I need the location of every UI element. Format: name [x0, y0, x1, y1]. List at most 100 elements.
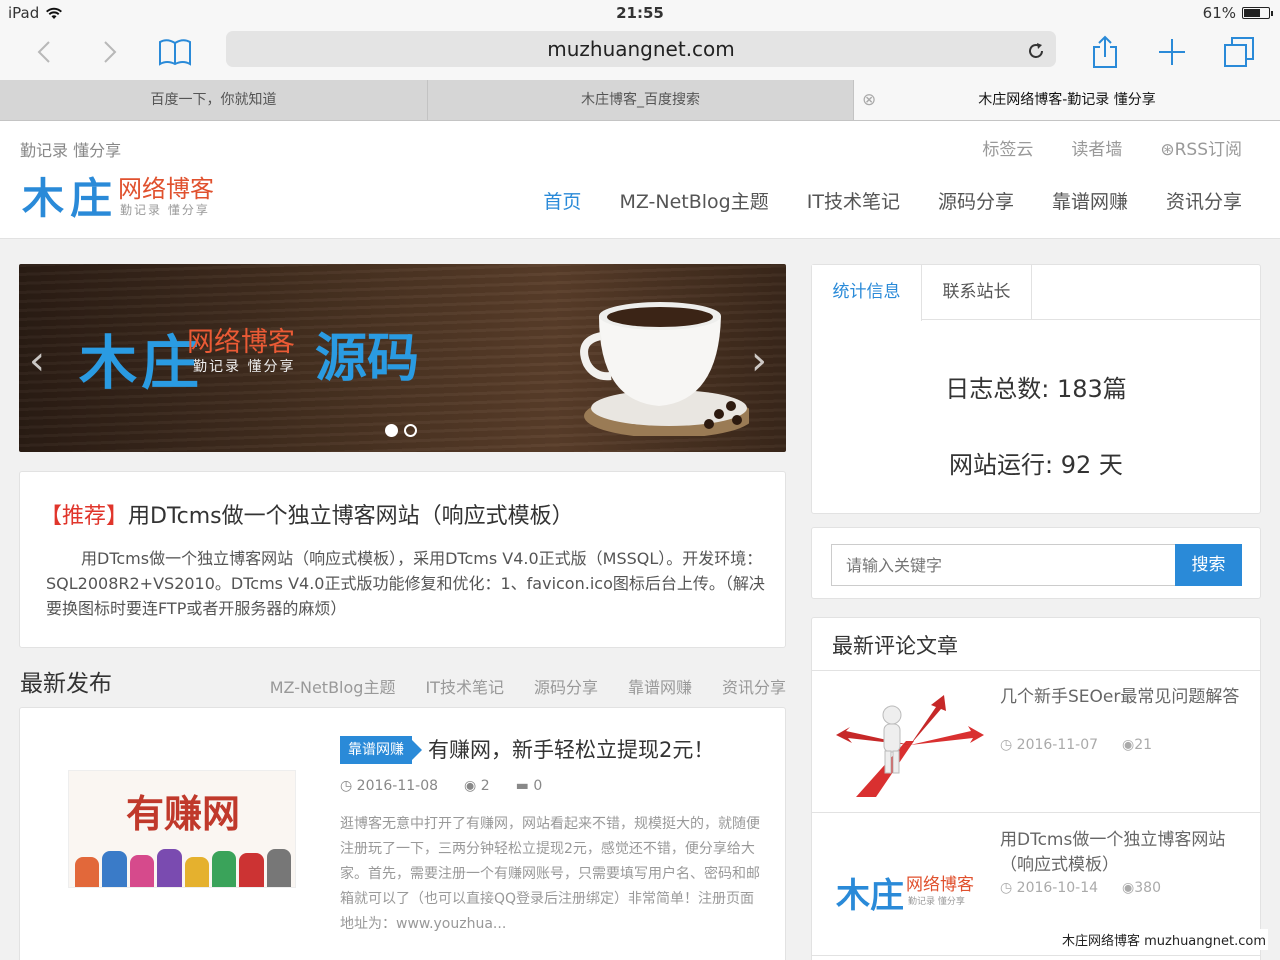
latest-comments-title: 最新评论文章: [832, 634, 958, 658]
comment-article-item[interactable]: 几个新手SEOer最常见问题解答 ◷ 2016-11-07 ◉21: [812, 671, 1260, 813]
nav-home[interactable]: 首页: [543, 187, 581, 214]
post-title[interactable]: 有赚网，新手轻松立提现2元！: [428, 734, 714, 764]
cat-earn[interactable]: 靠谱网赚: [628, 674, 692, 698]
recommended-title-text: 用DTcms做一个独立博客网站（响应式模板）: [128, 504, 574, 529]
article-date: ◷ 2016-10-14: [1000, 880, 1098, 896]
banner-slider[interactable]: 木庄 网络博客 勤记录 懂分享 源码 ‹ ›: [19, 264, 786, 452]
article-views-text: 21: [1134, 737, 1153, 753]
site-slogan: 勤记录 懂分享: [20, 141, 122, 160]
watermark: 木庄网络博客 muzhuangnet.com: [1059, 929, 1268, 950]
rss-icon: ⊛: [1160, 140, 1175, 160]
nav-it-notes[interactable]: IT技术笔记: [807, 187, 900, 214]
tab-contact[interactable]: 联系站长: [922, 265, 1032, 320]
crossroads-image: [836, 695, 984, 797]
tab-baidu-search[interactable]: 木庄博客_百度搜索: [428, 80, 854, 120]
article-date-text: 2016-11-07: [1016, 737, 1099, 753]
article-views-text: 380: [1134, 880, 1161, 896]
post-excerpt: 逛博客无意中打开了有赚网，网站看起来不错，规模挺大的，就随便注册玩了一下，三两分…: [340, 816, 760, 932]
person-figure: [129, 855, 155, 887]
bookmarks-icon[interactable]: [155, 32, 195, 72]
next-slide-icon[interactable]: ›: [751, 338, 767, 384]
nav-earn[interactable]: 靠谱网赚: [1052, 187, 1128, 214]
tab-stats[interactable]: 统计信息: [812, 265, 922, 321]
nav-source[interactable]: 源码分享: [938, 187, 1014, 214]
recommended-title[interactable]: 【推荐】用DTcms做一个独立博客网站（响应式模板）: [40, 498, 574, 530]
web-page: 勤记录 懂分享 标签云 读者墙 ⊛RSS订阅 木庄 网络博客 勤记录 懂分享 首…: [0, 121, 1280, 960]
slider-dot-active[interactable]: [385, 424, 398, 437]
post-date-text: 2016-11-08: [356, 778, 439, 794]
status-right: 61%: [1202, 4, 1273, 22]
person-figure: [266, 849, 291, 887]
browser-toolbar: muzhuangnet.com: [0, 26, 1280, 80]
site-uptime: 网站运行: 92 天: [949, 451, 1123, 479]
post-count: 日志总数: 183篇: [945, 375, 1127, 403]
person-figure: [75, 857, 100, 887]
recommended-desc: 用DTcms做一个独立博客网站（响应式模板），采用DTcms V4.0正式版（M…: [46, 549, 765, 618]
tabs-overview-icon[interactable]: [1219, 32, 1259, 72]
post-thumbnail[interactable]: 有赚网: [68, 770, 296, 888]
search-widget: 搜索: [811, 527, 1261, 599]
stats-tabs: 统计信息 联系站长: [812, 265, 1260, 321]
nav-theme[interactable]: MZ-NetBlog主题: [619, 187, 768, 214]
forward-icon[interactable]: [90, 32, 130, 72]
cat-it-notes[interactable]: IT技术笔记: [425, 674, 504, 698]
site-logo[interactable]: 木庄 网络博客 勤记录 懂分享: [22, 165, 232, 225]
article-title: 几个新手SEOer最常见问题解答: [1000, 687, 1240, 707]
post-views: ◉ 2: [464, 778, 490, 794]
nav-news[interactable]: 资讯分享: [1166, 187, 1242, 214]
tab-label: 木庄网络博客-勤记录 懂分享: [978, 92, 1156, 108]
logo-sub: 勤记录 懂分享: [120, 203, 210, 217]
share-icon[interactable]: [1085, 32, 1125, 72]
rss-label: RSS订阅: [1174, 140, 1242, 160]
article-date: ◷ 2016-11-07: [1000, 737, 1098, 753]
banner-logo-main: 木庄: [79, 329, 204, 397]
main-nav: 首页 MZ-NetBlog主题 IT技术笔记 源码分享 靠谱网赚 资讯分享: [543, 187, 1242, 214]
cat-theme[interactable]: MZ-NetBlog主题: [270, 674, 396, 698]
cat-news[interactable]: 资讯分享: [722, 674, 786, 698]
prev-slide-icon[interactable]: ‹: [29, 338, 45, 384]
slider-dots: [385, 424, 417, 437]
post-category-badge[interactable]: 靠谱网赚: [340, 736, 422, 764]
post-card: 有赚网 靠谱网赚 有赚网，新手轻松立提现2元！ ◷ 2016-11-08 ◉ 2…: [19, 707, 786, 960]
eye-icon: ◉: [1122, 737, 1135, 753]
readers-wall-link[interactable]: 读者墙: [1071, 135, 1122, 160]
rss-link[interactable]: ⊛RSS订阅: [1160, 135, 1242, 160]
site-header: 勤记录 懂分享 标签云 读者墙 ⊛RSS订阅 木庄 网络博客 勤记录 懂分享 首…: [0, 121, 1280, 239]
slider-dot[interactable]: [404, 424, 417, 437]
clock-icon: ◷: [1000, 737, 1013, 753]
cat-source[interactable]: 源码分享: [534, 674, 598, 698]
coffee-cup-image: [580, 302, 749, 436]
tab-label: 木庄博客_百度搜索: [581, 92, 700, 108]
article-thumbnail: [836, 691, 984, 797]
thumb-logo-sub: 勤记录 懂分享: [908, 897, 965, 907]
search-button[interactable]: 搜索: [1175, 544, 1242, 586]
person-figure: [102, 851, 127, 887]
post-date: ◷ 2016-11-08: [340, 778, 438, 794]
battery-icon: [1242, 7, 1273, 19]
new-tab-icon[interactable]: [1152, 32, 1192, 72]
post-comments: ▬ 0: [516, 778, 543, 794]
search-input[interactable]: [831, 544, 1175, 586]
article-views: ◉21: [1122, 737, 1152, 753]
reload-icon[interactable]: [1026, 31, 1046, 67]
battery-level: [1244, 9, 1260, 17]
person-figure: [157, 849, 182, 887]
thumbnail-text: 有赚网: [125, 792, 240, 836]
tab-baidu[interactable]: 百度一下，你就知道: [0, 80, 428, 120]
banner-logo-red: 网络博客: [187, 327, 295, 358]
battery-percent: 61%: [1202, 4, 1236, 22]
comment-icon: ▬: [515, 778, 529, 794]
thumb-logo-red: 网络博客: [906, 875, 974, 895]
tab-muzhuang[interactable]: ⊗ 木庄网络博客-勤记录 懂分享: [854, 80, 1280, 120]
person-figure: [211, 851, 237, 887]
close-tab-icon[interactable]: ⊗: [862, 80, 876, 120]
back-icon[interactable]: [24, 32, 64, 72]
person-figure: [184, 857, 209, 887]
status-bar: iPad 21:55 61%: [0, 0, 1280, 26]
article-thumbnail: 木庄 网络博客 勤记录 懂分享: [836, 834, 984, 940]
url-text: muzhuangnet.com: [547, 37, 735, 61]
address-bar[interactable]: muzhuangnet.com: [226, 31, 1056, 67]
post-meta: ◷ 2016-11-08 ◉ 2 ▬ 0: [340, 778, 542, 794]
tag-cloud-link[interactable]: 标签云: [982, 135, 1033, 160]
thumbnail-people: [75, 847, 291, 887]
